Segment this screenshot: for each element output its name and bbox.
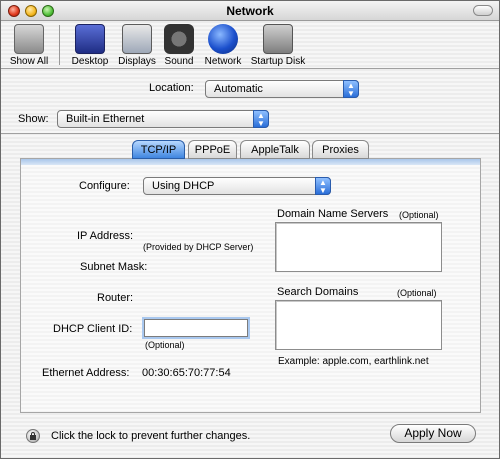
window-title: Network	[226, 4, 274, 18]
speaker-icon	[164, 24, 194, 54]
tab-proxies[interactable]: Proxies	[312, 140, 369, 159]
toolbar-displays[interactable]: Displays	[115, 24, 159, 67]
apple-icon	[14, 24, 44, 54]
globe-icon	[208, 24, 238, 54]
toolbar-label: Sound	[164, 56, 194, 67]
ip-address-label: IP Address:	[77, 230, 134, 242]
tab-tcpip[interactable]: TCP/IP	[132, 140, 185, 159]
popup-arrows-icon: ▲ ▼	[343, 80, 359, 98]
lock-body	[30, 435, 36, 440]
toolbar-label: Show All	[9, 56, 49, 67]
location-popup[interactable]: Automatic ▲ ▼	[205, 80, 359, 98]
search-optional-note: (Optional)	[397, 288, 437, 298]
lock-text: Click the lock to prevent further change…	[51, 430, 251, 442]
dns-textarea[interactable]	[275, 222, 442, 272]
show-popup[interactable]: Built-in Ethernet ▲ ▼	[57, 110, 269, 128]
apply-now-button[interactable]: Apply Now	[390, 424, 476, 443]
desktop-icon	[75, 24, 105, 54]
toolbar-sound[interactable]: Sound	[161, 24, 197, 67]
popup-arrows-icon: ▲ ▼	[315, 177, 331, 195]
search-domains-label: Search Domains	[277, 286, 359, 298]
ip-address-note: (Provided by DHCP Server)	[143, 242, 254, 252]
dhcp-optional-note: (Optional)	[145, 340, 185, 350]
search-domains-textarea[interactable]	[275, 300, 442, 350]
toolbar-toggle-button[interactable]	[473, 5, 493, 16]
configure-label: Configure:	[79, 180, 130, 192]
panel-band	[21, 159, 480, 165]
show-value: Built-in Ethernet	[66, 113, 145, 125]
search-domains-example: Example: apple.com, earthlink.net	[278, 356, 429, 367]
toolbar-desktop[interactable]: Desktop	[67, 24, 113, 67]
toolbar-label: Startup Disk	[250, 56, 306, 67]
toolbar-network[interactable]: Network	[200, 24, 246, 67]
toolbar-label: Network	[204, 56, 242, 67]
ethernet-address-label: Ethernet Address:	[42, 367, 130, 379]
tab-pppoe[interactable]: PPPoE	[188, 140, 237, 159]
dhcp-client-id-field[interactable]	[144, 319, 248, 337]
ethernet-address-value: 00:30:65:70:77:54	[142, 367, 231, 379]
divider	[1, 133, 499, 134]
preferences-window: Network Show All Desktop Displays Sound …	[0, 0, 500, 459]
toolbar: Show All Desktop Displays Sound Network …	[1, 21, 499, 69]
location-value: Automatic	[214, 83, 263, 95]
show-label: Show:	[18, 113, 49, 125]
toolbar-startup-disk[interactable]: Startup Disk	[247, 24, 309, 67]
dns-label: Domain Name Servers	[277, 208, 389, 220]
toolbar-separator	[59, 25, 60, 65]
location-label: Location:	[149, 82, 194, 94]
minimize-icon[interactable]	[25, 5, 37, 17]
zoom-icon[interactable]	[42, 5, 54, 17]
title-bar: Network	[1, 1, 499, 21]
toolbar-show-all[interactable]: Show All	[7, 24, 51, 67]
configure-popup[interactable]: Using DHCP ▲ ▼	[143, 177, 331, 195]
dhcp-client-id-label: DHCP Client ID:	[53, 323, 133, 335]
close-icon[interactable]	[8, 5, 20, 17]
dns-optional-note: (Optional)	[399, 210, 439, 220]
tab-appletalk[interactable]: AppleTalk	[240, 140, 310, 159]
configure-value: Using DHCP	[152, 180, 215, 192]
router-label: Router:	[97, 292, 134, 304]
toolbar-label: Displays	[118, 56, 156, 67]
display-icon	[122, 24, 152, 54]
popup-arrows-icon: ▲ ▼	[253, 110, 269, 128]
subnet-mask-label: Subnet Mask:	[80, 261, 148, 273]
lock-icon[interactable]	[26, 429, 40, 443]
disk-icon	[263, 24, 293, 54]
toolbar-label: Desktop	[71, 56, 109, 67]
